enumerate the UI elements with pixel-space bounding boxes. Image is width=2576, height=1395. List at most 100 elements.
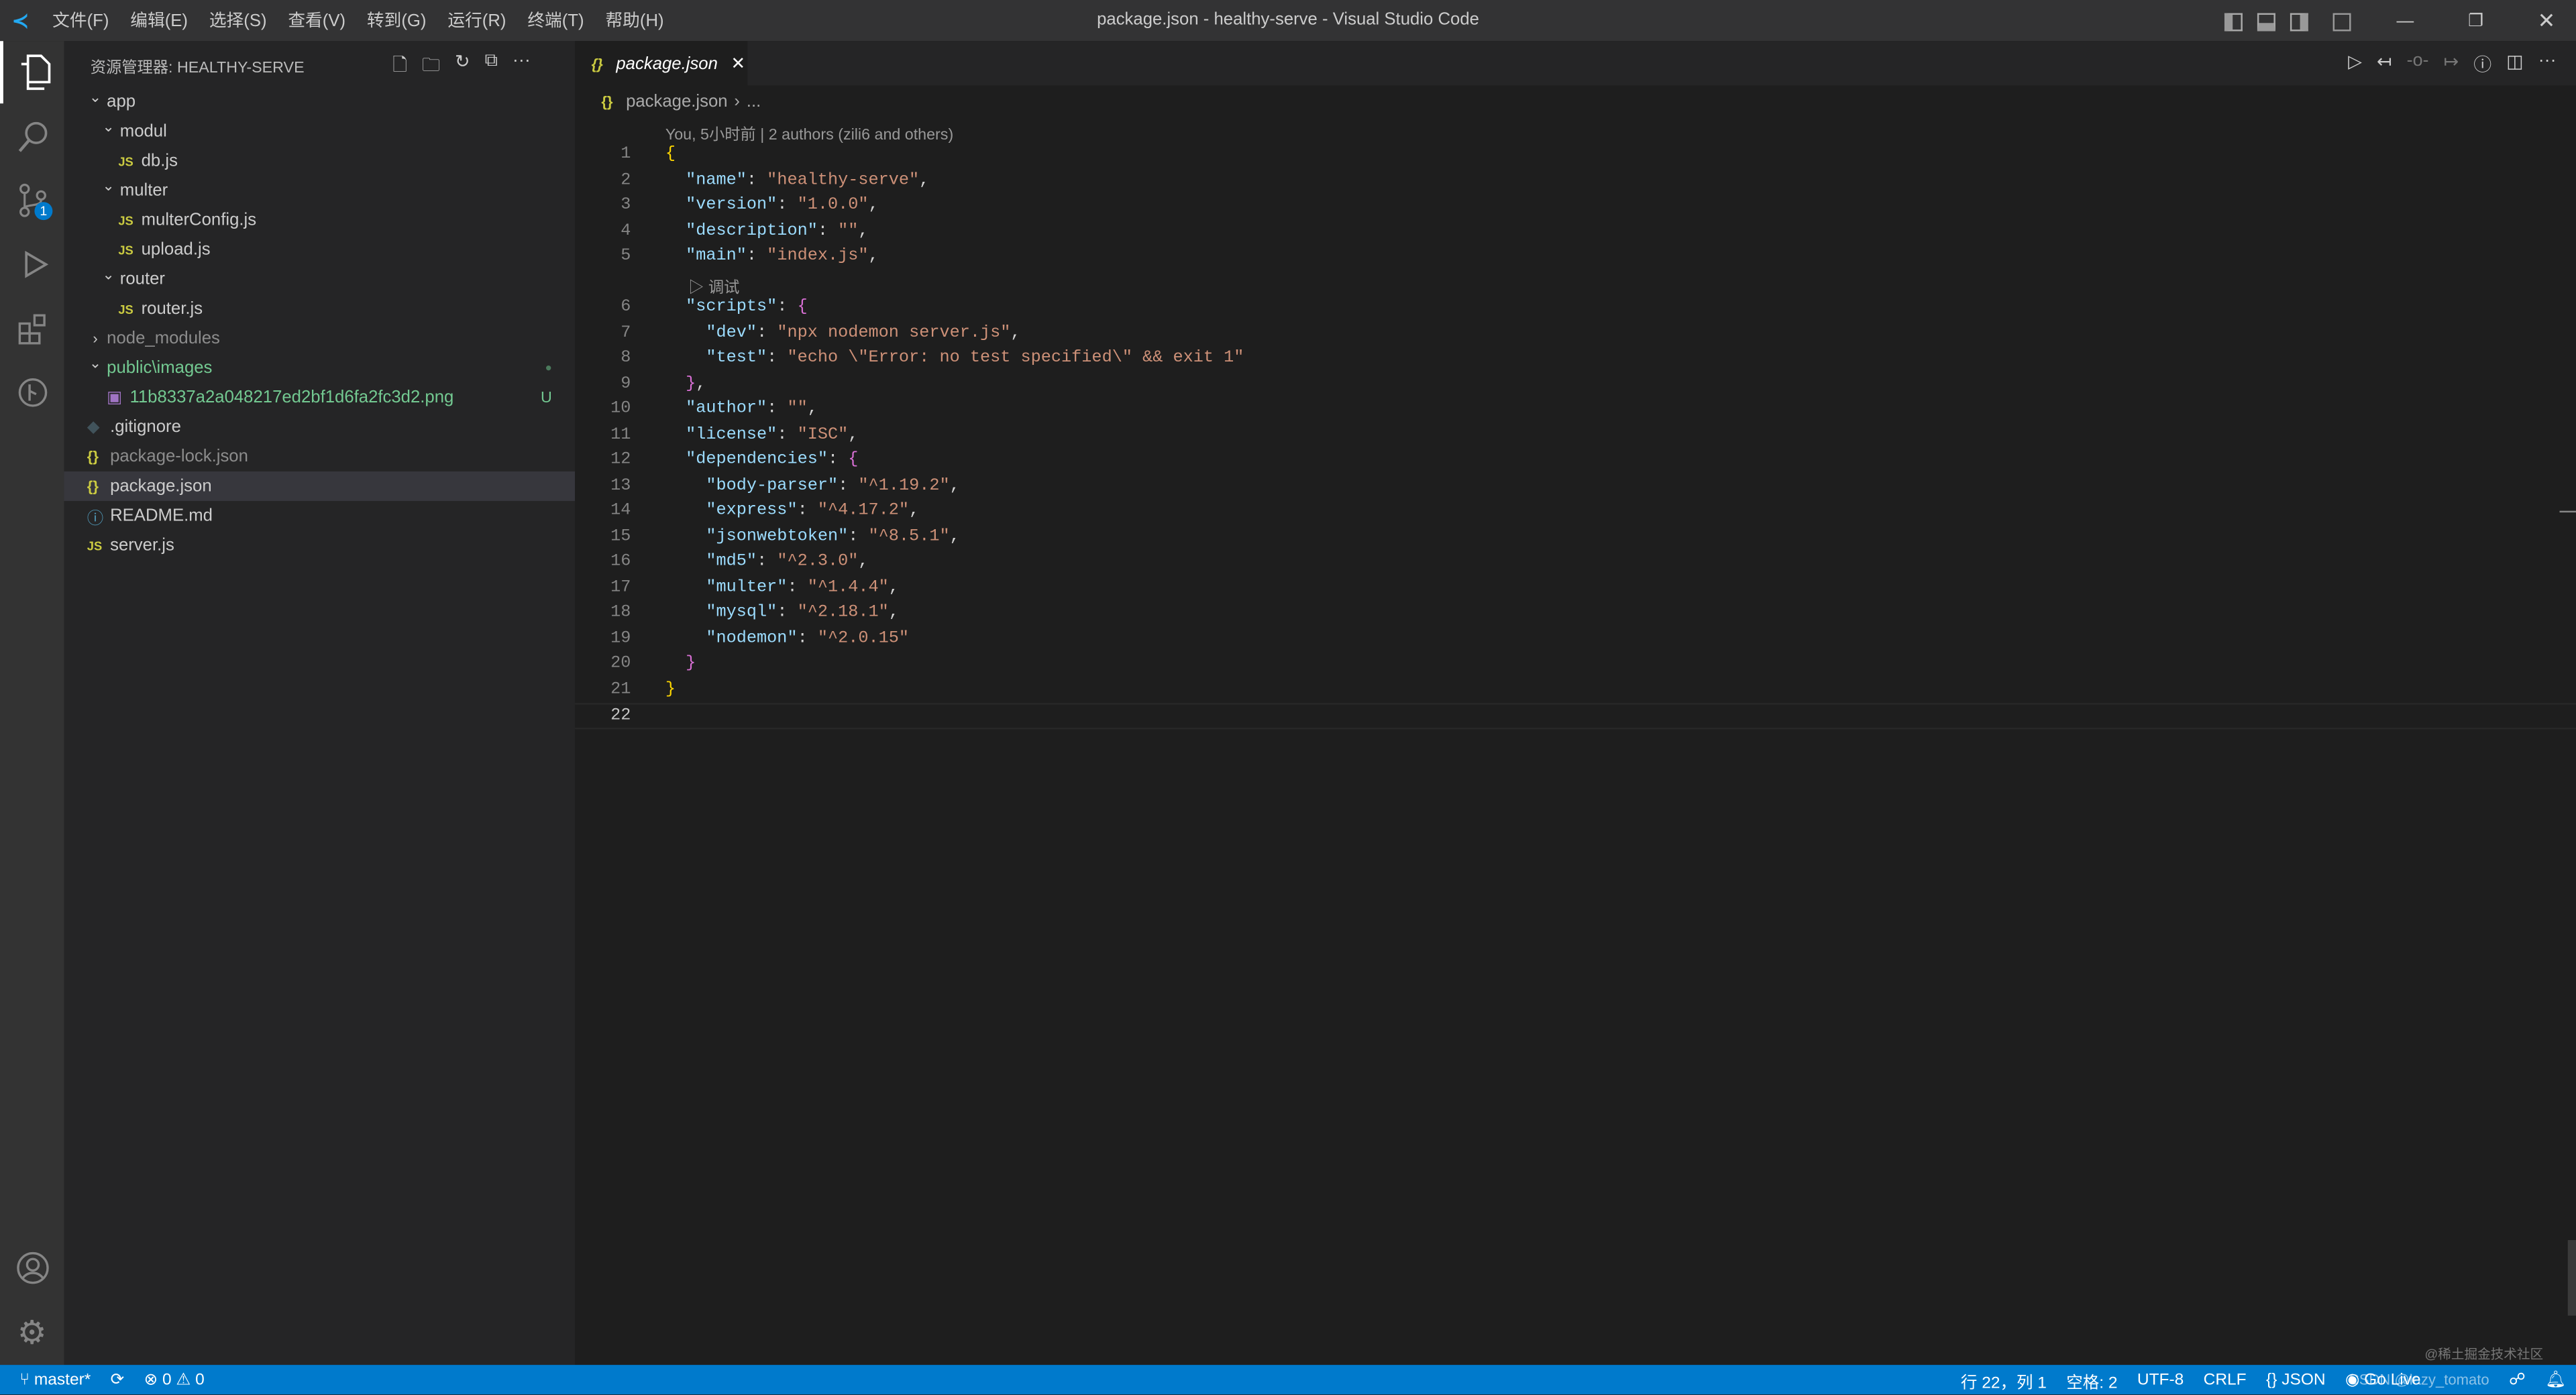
menu-item[interactable]: 运行(R) <box>447 8 506 33</box>
js-file-icon: JS <box>87 538 107 553</box>
git-graph-file-icon[interactable]: ⓘ <box>2473 51 2491 77</box>
feedback-icon[interactable]: ☍ <box>2509 1371 2526 1389</box>
end-of-line[interactable]: CRLF <box>2204 1371 2247 1389</box>
toggle-panel-icon[interactable] <box>2257 12 2275 30</box>
close-window-button[interactable]: ✕ <box>2530 8 2563 34</box>
collapse-all-icon[interactable]: ⧉ <box>485 51 498 82</box>
tab-package-json[interactable]: {} package.json ✕ <box>575 41 747 85</box>
line-content: "nodemon": "^2.0.15" <box>665 626 909 652</box>
code-token: "body-parser" <box>706 476 838 495</box>
tree-item[interactable]: ⌄public\images● <box>64 353 576 383</box>
code-line: 13 "body-parser": "^1.19.2", <box>575 474 2576 500</box>
run-debug-icon[interactable] <box>0 233 64 296</box>
branch-indicator[interactable]: ⑂ master* <box>19 1371 91 1389</box>
settings-gear-icon[interactable]: ⚙ <box>0 1301 64 1363</box>
minimize-button[interactable]: — <box>2389 11 2422 31</box>
notifications-icon[interactable]: 🔔︎ <box>2545 1371 2566 1389</box>
refresh-icon[interactable]: ↻ <box>455 51 470 82</box>
indentation[interactable]: 空格: 2 <box>2066 1368 2117 1392</box>
tree-item[interactable]: ›node_modules <box>64 323 576 353</box>
toggle-secondary-sidebar-icon[interactable] <box>2290 12 2308 30</box>
line-number: 11 <box>575 423 631 449</box>
line-content: "md5": "^2.3.0", <box>665 550 869 575</box>
tab-bar: {} package.json ✕ ▷ ↤ -o- ↦ ⓘ ◫ ··· <box>575 41 2576 85</box>
line-content: "description": "", <box>665 219 869 245</box>
line-number: 6 <box>575 296 631 321</box>
code-token: "description" <box>686 221 818 240</box>
code-line: 21} <box>575 677 2576 703</box>
split-editor-icon[interactable]: ◫ <box>2506 51 2523 77</box>
more-actions-icon[interactable]: ··· <box>513 51 531 82</box>
tab-label: package.json <box>616 54 718 73</box>
menu-item[interactable]: 转到(G) <box>367 8 427 33</box>
status-bar: ⑂ master* ⟳ ⊗ 0 ⚠ 0 行 22，列 1 空格: 2 UTF-8… <box>0 1365 2576 1394</box>
language-mode[interactable]: {} JSON <box>2266 1371 2326 1389</box>
menu-item[interactable]: 帮助(H) <box>605 8 663 33</box>
menu-item[interactable]: 文件(F) <box>52 8 109 33</box>
problems-indicator[interactable]: ⊗ 0 ⚠ 0 <box>144 1371 205 1389</box>
scrollbar[interactable] <box>2568 1240 2576 1316</box>
cursor-position[interactable]: 行 22，列 1 <box>1961 1368 2047 1392</box>
new-folder-icon[interactable]: 🗀 <box>422 51 440 82</box>
line-number: 12 <box>575 449 631 474</box>
encoding[interactable]: UTF-8 <box>2137 1371 2184 1389</box>
run-icon[interactable]: ▷ <box>2348 51 2362 77</box>
tree-item[interactable]: JSserver.js <box>64 531 576 560</box>
tree-item-label: server.js <box>110 535 174 555</box>
tree-item[interactable]: ◆.gitignore <box>64 412 576 442</box>
breadcrumb-symbol[interactable]: ... <box>747 92 761 111</box>
tree-item[interactable]: {}package-lock.json <box>64 442 576 471</box>
code-token <box>665 526 706 546</box>
source-control-icon[interactable]: 1 <box>0 169 64 231</box>
play-icon: ▷ <box>688 278 708 296</box>
line-content: "body-parser": "^1.19.2", <box>665 474 960 500</box>
code-token: "" <box>787 399 807 418</box>
tree-item[interactable]: ⌄router <box>64 264 576 294</box>
js-file-icon: JS <box>118 301 138 316</box>
git-commit-icon[interactable]: -o- <box>2407 51 2429 77</box>
tree-item[interactable]: JSdb.js <box>64 146 576 176</box>
menu-item[interactable]: 选择(S) <box>209 8 267 33</box>
new-file-icon[interactable]: 🗋 <box>392 51 407 82</box>
git-blame-codelens[interactable]: You, 5小时前 | 2 authors (zili6 and others) <box>665 121 953 144</box>
menu-item[interactable]: 查看(V) <box>288 8 345 33</box>
debug-codelens[interactable]: ▷ 调试 <box>688 274 739 296</box>
code-token: , <box>889 577 899 597</box>
menu-item[interactable]: 终端(T) <box>527 8 584 33</box>
git-previous-change-icon[interactable]: ↤ <box>2377 51 2392 77</box>
code-token: "ISC" <box>798 425 849 444</box>
customize-layout-icon[interactable] <box>2333 12 2351 30</box>
code-token: "md5" <box>706 552 757 571</box>
toggle-primary-sidebar-icon[interactable] <box>2224 12 2243 30</box>
code-token: "^8.5.1" <box>869 526 950 546</box>
tree-item[interactable]: JSmulterConfig.js <box>64 205 576 235</box>
editor-more-actions-icon[interactable]: ··· <box>2538 51 2557 77</box>
tree-item[interactable]: ⌄modul <box>64 117 576 146</box>
search-icon[interactable] <box>0 105 64 168</box>
extensions-icon[interactable] <box>0 297 64 359</box>
sync-icon[interactable]: ⟳ <box>111 1371 125 1389</box>
code-line: 11 "license": "ISC", <box>575 423 2576 449</box>
tree-item[interactable]: ⌄app <box>64 87 576 117</box>
tree-item-label: package-lock.json <box>110 447 248 466</box>
breadcrumb-file[interactable]: package.json <box>626 92 728 111</box>
info-file-icon: ⓘ <box>87 504 107 528</box>
code-token: { <box>798 297 808 317</box>
menu-item[interactable]: 编辑(E) <box>130 8 188 33</box>
line-number: 16 <box>575 550 631 575</box>
tree-item-label: db.js <box>142 151 178 170</box>
close-tab-icon[interactable]: ✕ <box>731 54 746 73</box>
git-graph-icon[interactable] <box>0 361 64 424</box>
tree-item[interactable]: JSrouter.js <box>64 294 576 323</box>
tree-item[interactable]: JSupload.js <box>64 235 576 264</box>
tree-item[interactable]: ▣11b8337a2a048217ed2bf1d6fa2fc3d2.pngU <box>64 383 576 412</box>
explorer-icon[interactable] <box>0 41 64 103</box>
accounts-icon[interactable] <box>0 1237 64 1299</box>
git-next-change-icon[interactable]: ↦ <box>2444 51 2459 77</box>
tree-item[interactable]: ⌄multer <box>64 176 576 205</box>
tree-item[interactable]: {}package.json <box>64 471 576 501</box>
code-token: "dependencies" <box>686 450 828 469</box>
restore-button[interactable]: ❐ <box>2459 11 2492 31</box>
tree-item[interactable]: ⓘREADME.md <box>64 501 576 531</box>
code-token: "^2.0.15" <box>818 628 909 648</box>
